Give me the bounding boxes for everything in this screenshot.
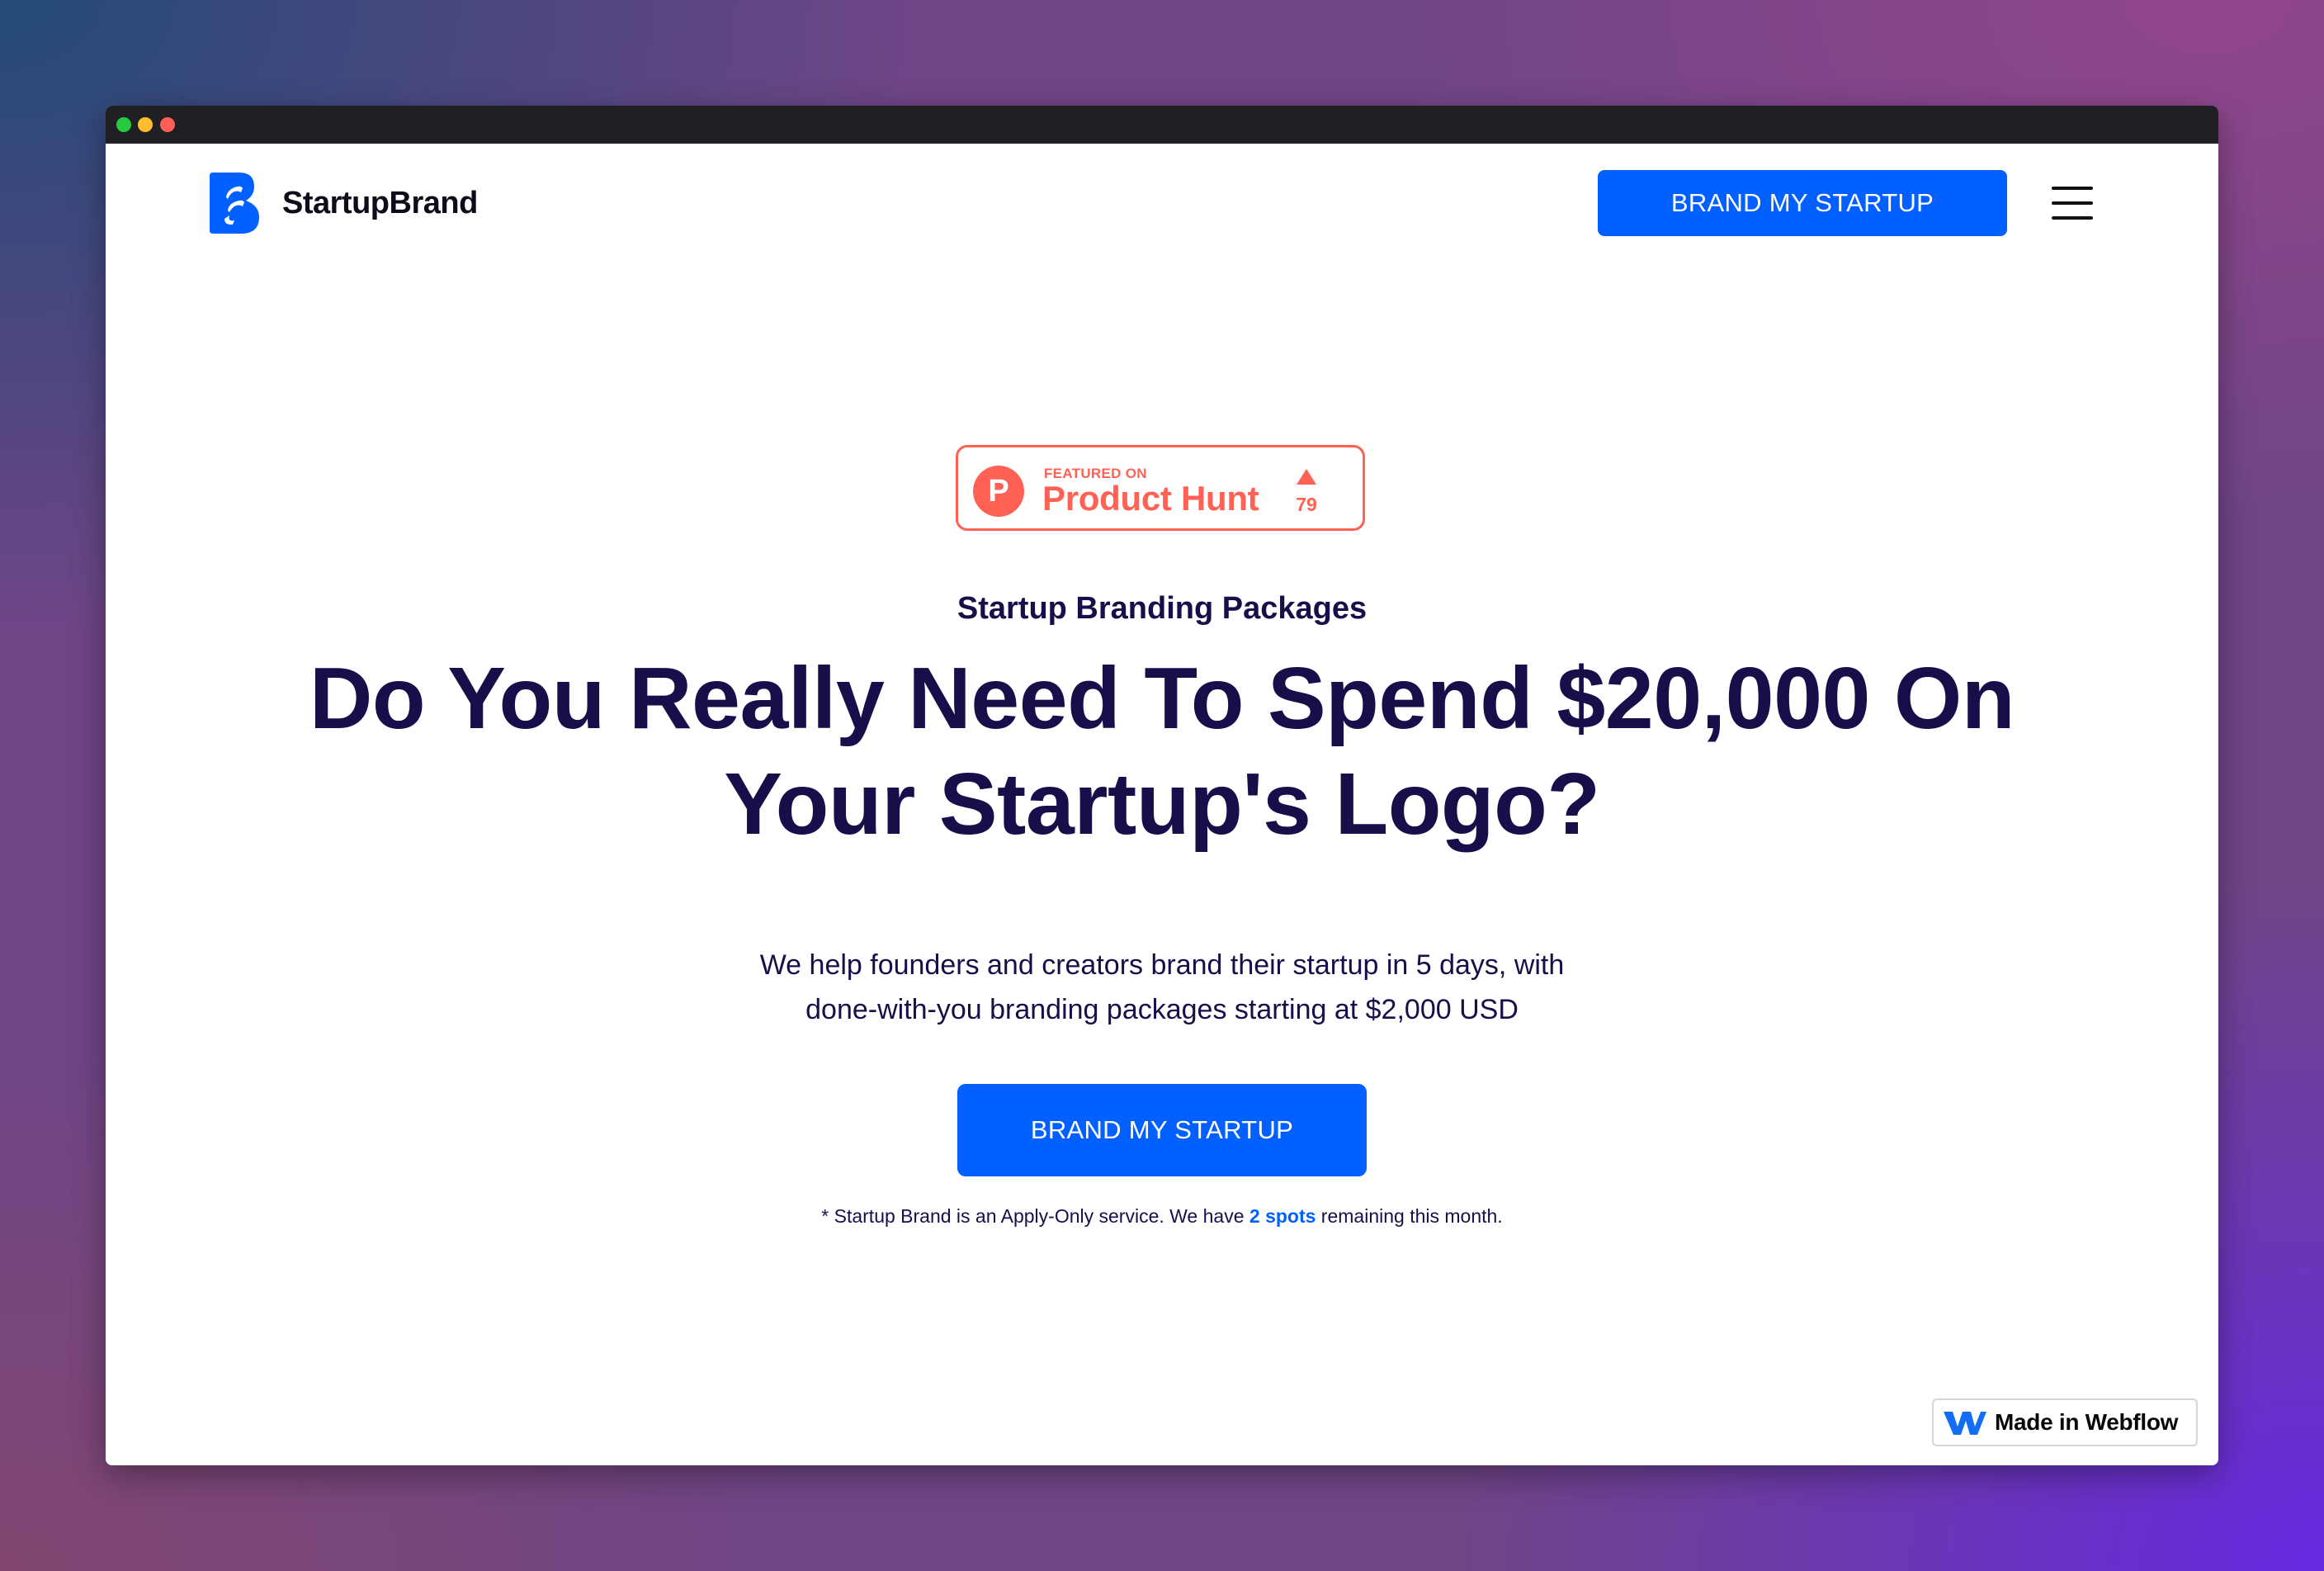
spots-remaining-highlight: 2 spots xyxy=(1249,1205,1316,1227)
footnote-text-end: remaining this month. xyxy=(1316,1205,1503,1227)
availability-footnote: * Startup Brand is an Apply-Only service… xyxy=(106,1205,2218,1228)
hero-headline: Do You Really Need To Spend $20,000 On Y… xyxy=(304,646,2020,857)
hero-subtext-line-2: done-with-you branding packages starting… xyxy=(805,994,1519,1025)
hero-headline-line-2: Your Startup's Logo? xyxy=(724,755,1600,853)
site-logo-link[interactable]: StartupBrand xyxy=(210,173,478,234)
browser-window: StartupBrand BRAND MY STARTUP P FEATURED… xyxy=(106,106,2218,1465)
window-maximize-button[interactable] xyxy=(160,117,175,132)
window-close-button[interactable] xyxy=(116,117,131,132)
product-hunt-upvote-count: 79 xyxy=(1296,494,1317,515)
hero-subtext-line-1: We help founders and creators brand thei… xyxy=(759,949,1565,981)
hamburger-menu-icon[interactable] xyxy=(2052,187,2093,220)
landing-page: StartupBrand BRAND MY STARTUP P FEATURED… xyxy=(106,144,2218,1465)
made-in-webflow-label: Made in Webflow xyxy=(1995,1409,2179,1435)
hero-subtext: We help founders and creators brand thei… xyxy=(634,943,1690,1032)
startupbrand-logo-icon xyxy=(210,173,259,234)
site-logo-text: StartupBrand xyxy=(282,185,478,220)
footnote-text-start: * Startup Brand is an Apply-Only service… xyxy=(821,1205,1249,1227)
upvote-arrow-icon xyxy=(1297,469,1316,485)
product-hunt-name: Product Hunt xyxy=(1042,479,1259,518)
hero-eyebrow: Startup Branding Packages xyxy=(957,591,1367,626)
hero-brand-my-startup-button[interactable]: BRAND MY STARTUP xyxy=(957,1084,1367,1176)
nav-brand-my-startup-button[interactable]: BRAND MY STARTUP xyxy=(1598,170,2007,236)
hero-headline-line-1: Do You Really Need To Spend $20,000 On xyxy=(309,650,2015,747)
window-titlebar xyxy=(106,106,2218,144)
window-minimize-button[interactable] xyxy=(138,117,153,132)
webflow-icon xyxy=(1944,1412,1986,1435)
product-hunt-badge[interactable]: P FEATURED ON Product Hunt 79 xyxy=(956,445,1365,531)
made-in-webflow-badge[interactable]: Made in Webflow xyxy=(1932,1398,2198,1446)
product-hunt-logo-icon: P xyxy=(973,466,1024,517)
